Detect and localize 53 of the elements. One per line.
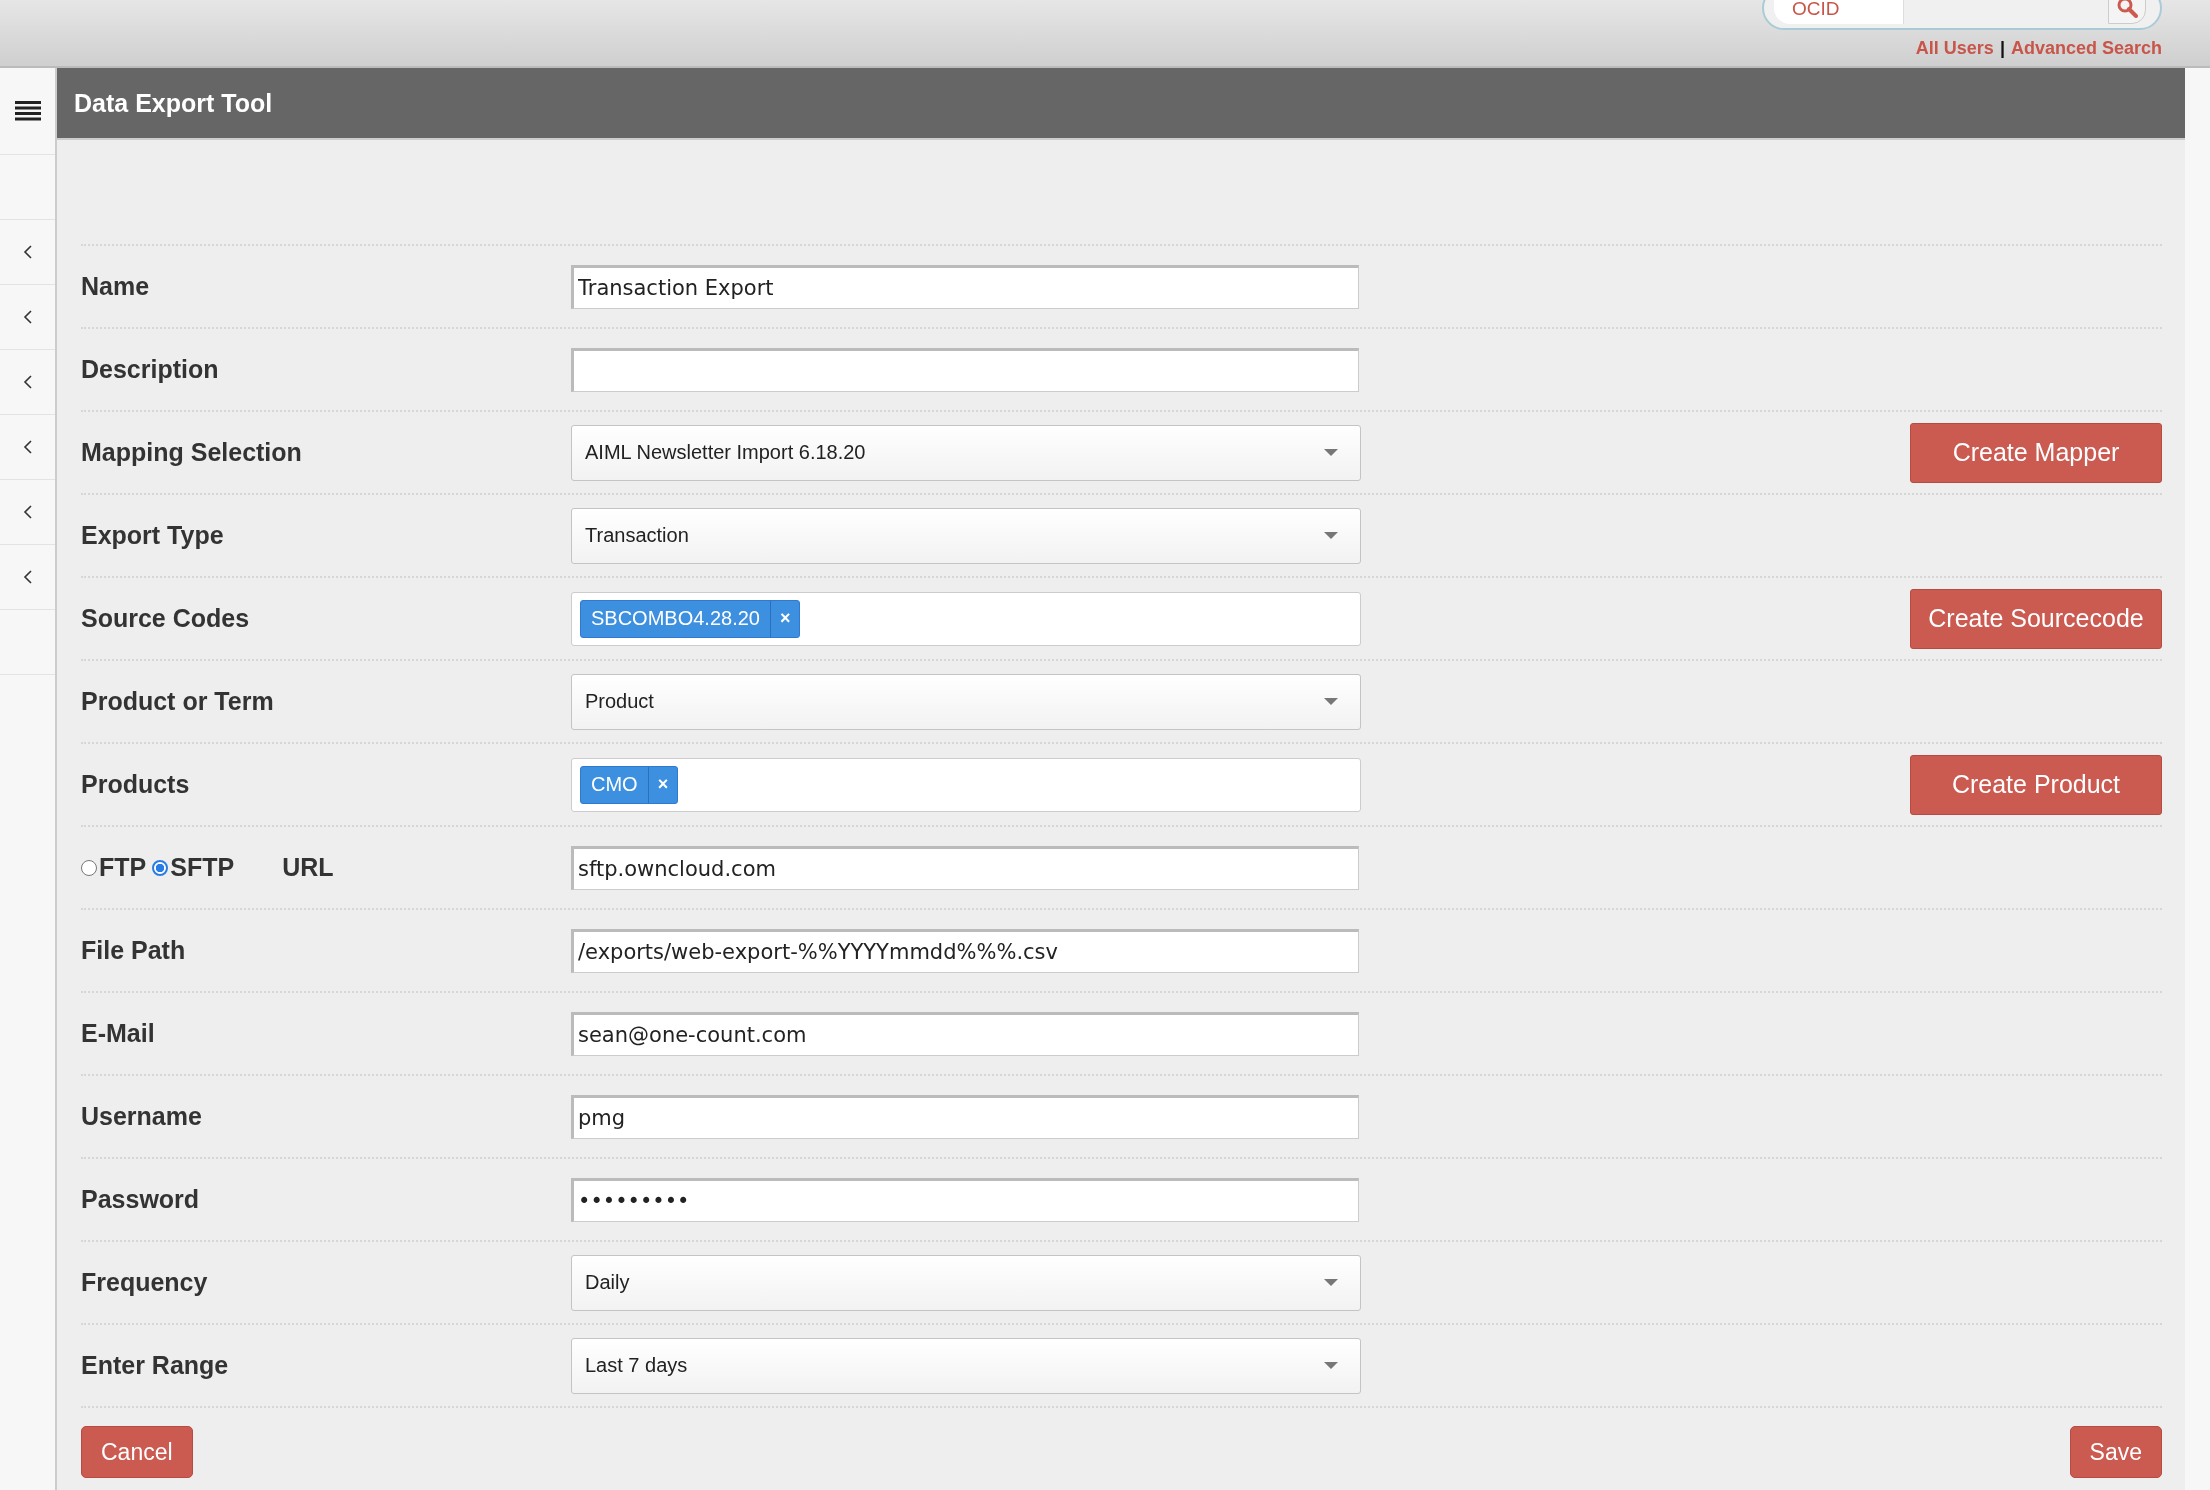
text-field[interactable]: ••••••••• bbox=[571, 1177, 1359, 1222]
field-label: File Path bbox=[81, 936, 186, 965]
dropdown[interactable]: Product bbox=[571, 673, 1361, 730]
search-icon bbox=[2116, 0, 2138, 18]
chevron-left-icon[interactable] bbox=[23, 374, 33, 390]
dropdown[interactable]: AIML Newsletter Import 6.18.20 bbox=[571, 424, 1361, 481]
field-label: Enter Range bbox=[81, 1351, 229, 1380]
field-label: Product or Term bbox=[81, 687, 274, 716]
field-label: Name bbox=[81, 272, 150, 301]
create-button[interactable]: Create Mapper bbox=[1910, 422, 2162, 483]
field-label: URL bbox=[282, 853, 334, 882]
tag-label: SBCOMBO4.28.20 bbox=[590, 606, 761, 631]
tag-label: CMO bbox=[590, 772, 639, 797]
page-title: Data Export Tool bbox=[74, 88, 273, 118]
dropdown[interactable]: Transaction bbox=[571, 507, 1361, 564]
create-button[interactable]: Create Product bbox=[1910, 754, 2162, 815]
field-label: Description bbox=[81, 355, 219, 384]
link-separator: | bbox=[1999, 38, 2005, 59]
search-field[interactable]: OCID bbox=[1762, 0, 2162, 30]
caret-icon bbox=[1324, 697, 1338, 706]
menu-icon[interactable] bbox=[14, 101, 41, 121]
field-label: Frequency bbox=[81, 1268, 208, 1297]
text-field[interactable]: pmg bbox=[571, 1094, 1359, 1139]
chevron-left-icon[interactable] bbox=[23, 439, 33, 455]
search-button[interactable] bbox=[2108, 0, 2146, 24]
text-field[interactable]: /exports/web-export-%%YYYYmmdd%%%.csv bbox=[571, 928, 1359, 973]
chevron-left-icon[interactable] bbox=[23, 504, 33, 520]
text-field[interactable]: Transaction Export bbox=[571, 264, 1359, 309]
field-label: Export Type bbox=[81, 521, 224, 550]
field-label: Password bbox=[81, 1185, 200, 1214]
caret-icon bbox=[1324, 448, 1338, 457]
dropdown[interactable]: Last 7 days bbox=[571, 1337, 1361, 1394]
chevron-left-icon[interactable] bbox=[23, 309, 33, 325]
save-button[interactable]: Save bbox=[2069, 1426, 2162, 1478]
dropdown[interactable]: Daily bbox=[571, 1254, 1361, 1311]
chevron-left-icon[interactable] bbox=[23, 569, 33, 585]
field-label: Mapping Selection bbox=[81, 438, 302, 467]
radio-option[interactable]: SFTP bbox=[152, 853, 235, 882]
caret-icon bbox=[1324, 1278, 1338, 1287]
radio-option[interactable]: FTP bbox=[81, 853, 147, 882]
field-label: Username bbox=[81, 1102, 202, 1131]
chevron-left-icon[interactable] bbox=[23, 244, 33, 260]
field-label: E-Mail bbox=[81, 1019, 155, 1048]
caret-icon bbox=[1324, 531, 1338, 540]
cancel-button[interactable]: Cancel bbox=[81, 1426, 193, 1478]
text-field[interactable] bbox=[571, 347, 1359, 392]
field-label: Products bbox=[81, 770, 190, 799]
search-category[interactable]: OCID bbox=[1774, 0, 1904, 24]
create-button[interactable]: Create Sourcecode bbox=[1910, 588, 2162, 649]
text-field[interactable]: sean@one-count.com bbox=[571, 1011, 1359, 1056]
caret-icon bbox=[1324, 1361, 1338, 1370]
text-field[interactable]: sftp.owncloud.com bbox=[571, 845, 1359, 890]
field-label: Source Codes bbox=[81, 604, 250, 633]
